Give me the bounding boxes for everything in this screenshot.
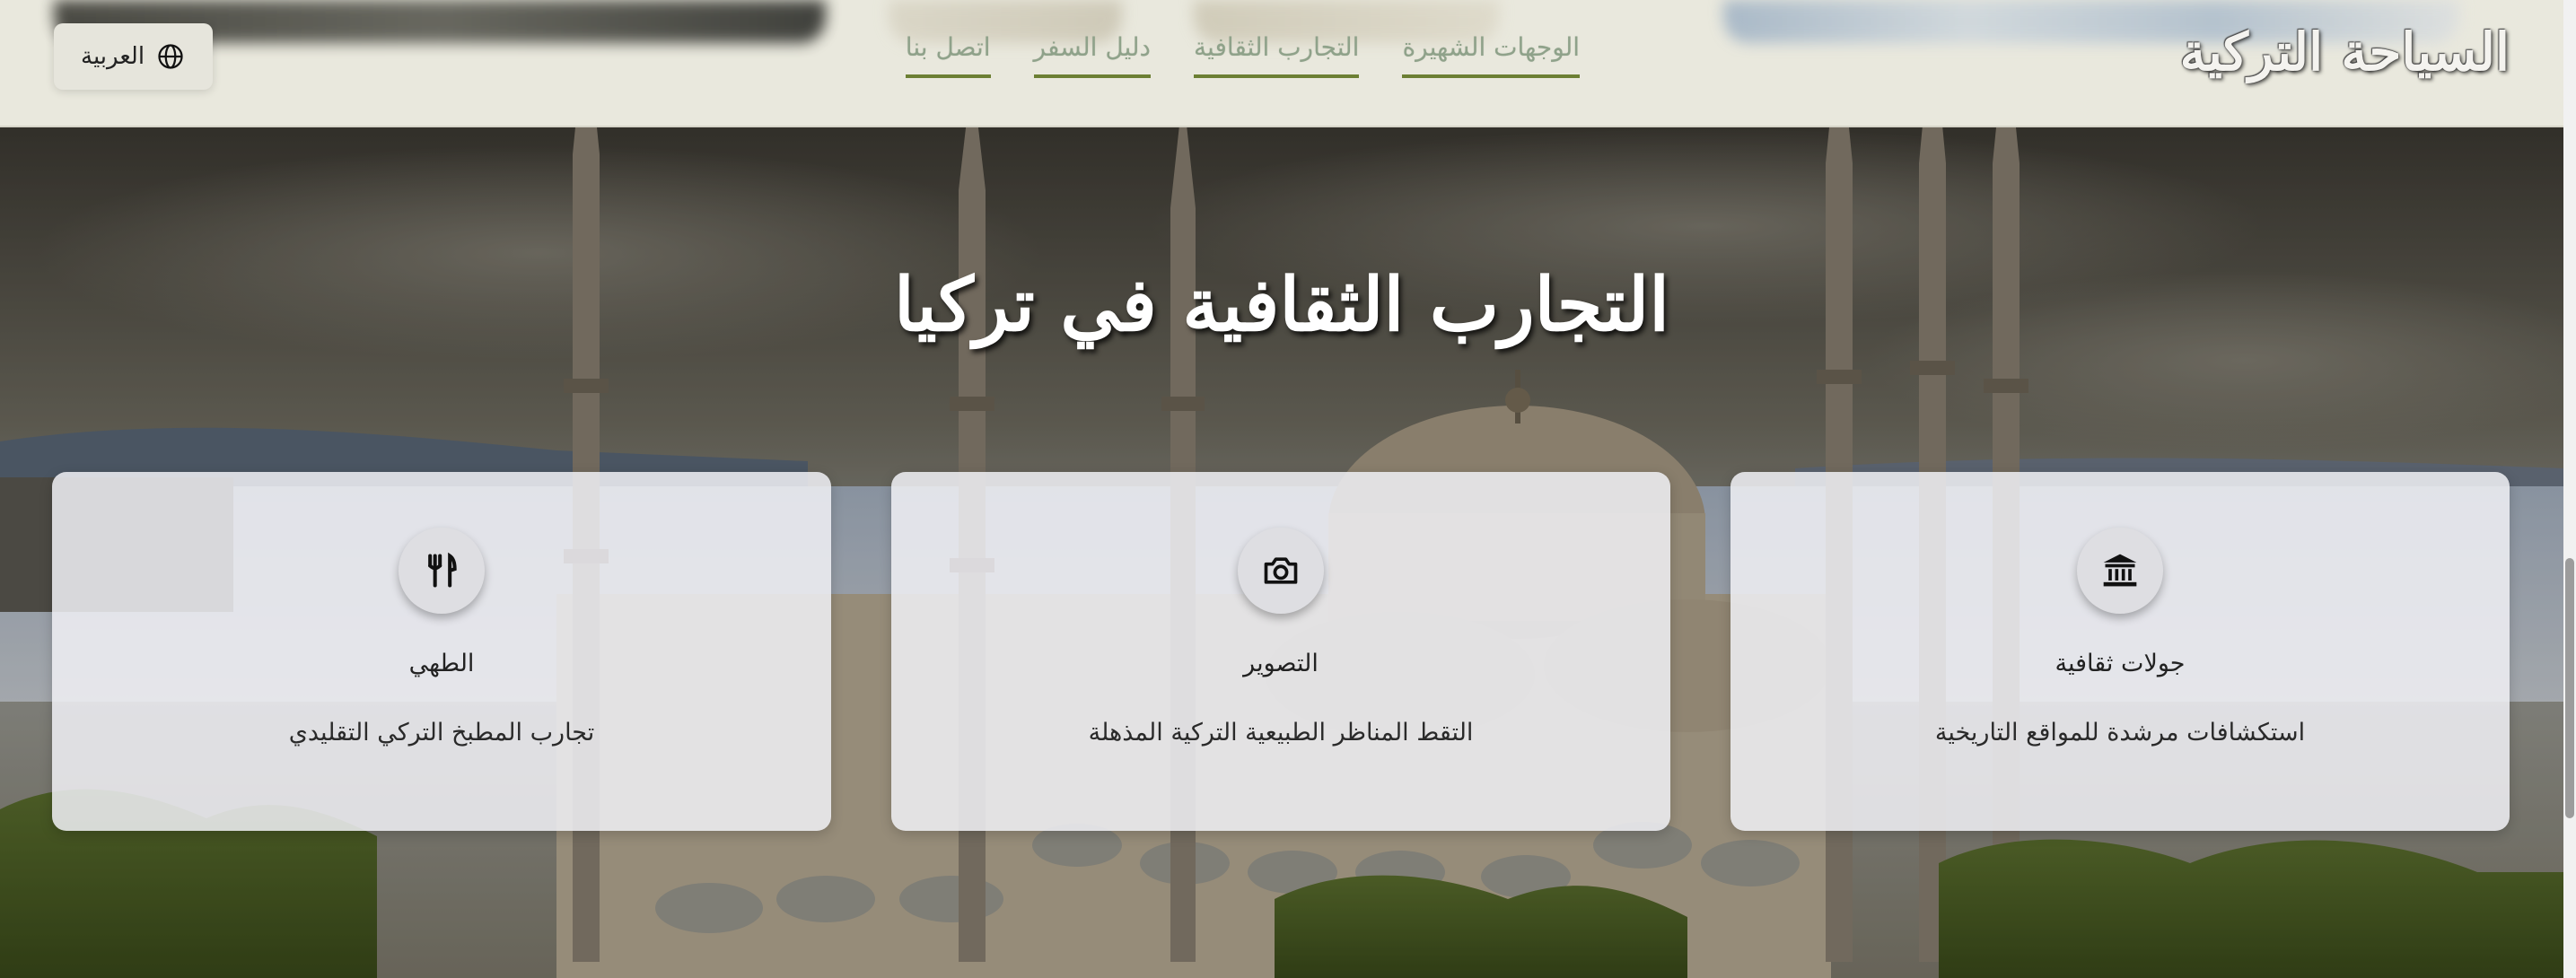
scrollbar-thumb[interactable] — [2565, 558, 2574, 818]
site-logo-text[interactable]: السياحة التركية — [2180, 22, 2510, 83]
utensils-icon — [399, 528, 485, 614]
card-description: التقط المناظر الطبيعية التركية المذهلة — [1088, 719, 1474, 747]
nav-link-cultural-experiences[interactable]: التجارب الثقافية — [1194, 32, 1360, 78]
hero-title: التجارب الثقافية في تركيا — [893, 262, 1670, 348]
language-switcher-button[interactable]: العربية — [54, 23, 214, 90]
site-header: السياحة التركية الوجهات الشهيرة التجارب … — [0, 0, 2563, 127]
language-label: العربية — [81, 43, 145, 70]
nav-link-travel-guide[interactable]: دليل السفر — [1033, 32, 1151, 78]
card-title: التصوير — [1243, 650, 1319, 677]
page-scrollbar[interactable] — [2563, 0, 2576, 978]
experience-cards: جولات ثقافية استكشافات مرشدة للمواقع الت… — [52, 472, 2510, 831]
card-title: الطهي — [408, 650, 475, 677]
card-description: تجارب المطبخ التركي التقليدي — [288, 719, 595, 747]
card-photography[interactable]: التصوير التقط المناظر الطبيعية التركية ا… — [891, 472, 1670, 831]
main-nav: الوجهات الشهيرة التجارب الثقافية دليل ال… — [905, 32, 1580, 78]
card-cooking[interactable]: الطهي تجارب المطبخ التركي التقليدي — [52, 472, 831, 831]
nav-link-contact-us[interactable]: اتصل بنا — [905, 32, 991, 78]
page: السياحة التركية الوجهات الشهيرة التجارب … — [0, 0, 2563, 978]
card-cultural-tours[interactable]: جولات ثقافية استكشافات مرشدة للمواقع الت… — [1730, 472, 2510, 831]
landmark-icon — [2077, 528, 2163, 614]
hero-section: التجارب الثقافية في تركيا جولات ثقافية ا… — [0, 127, 2563, 978]
globe-icon — [157, 43, 184, 70]
card-description: استكشافات مرشدة للمواقع التاريخية — [1934, 719, 2306, 747]
nav-link-popular-destinations[interactable]: الوجهات الشهيرة — [1402, 32, 1580, 78]
card-title: جولات ثقافية — [2055, 650, 2186, 677]
camera-icon — [1238, 528, 1324, 614]
